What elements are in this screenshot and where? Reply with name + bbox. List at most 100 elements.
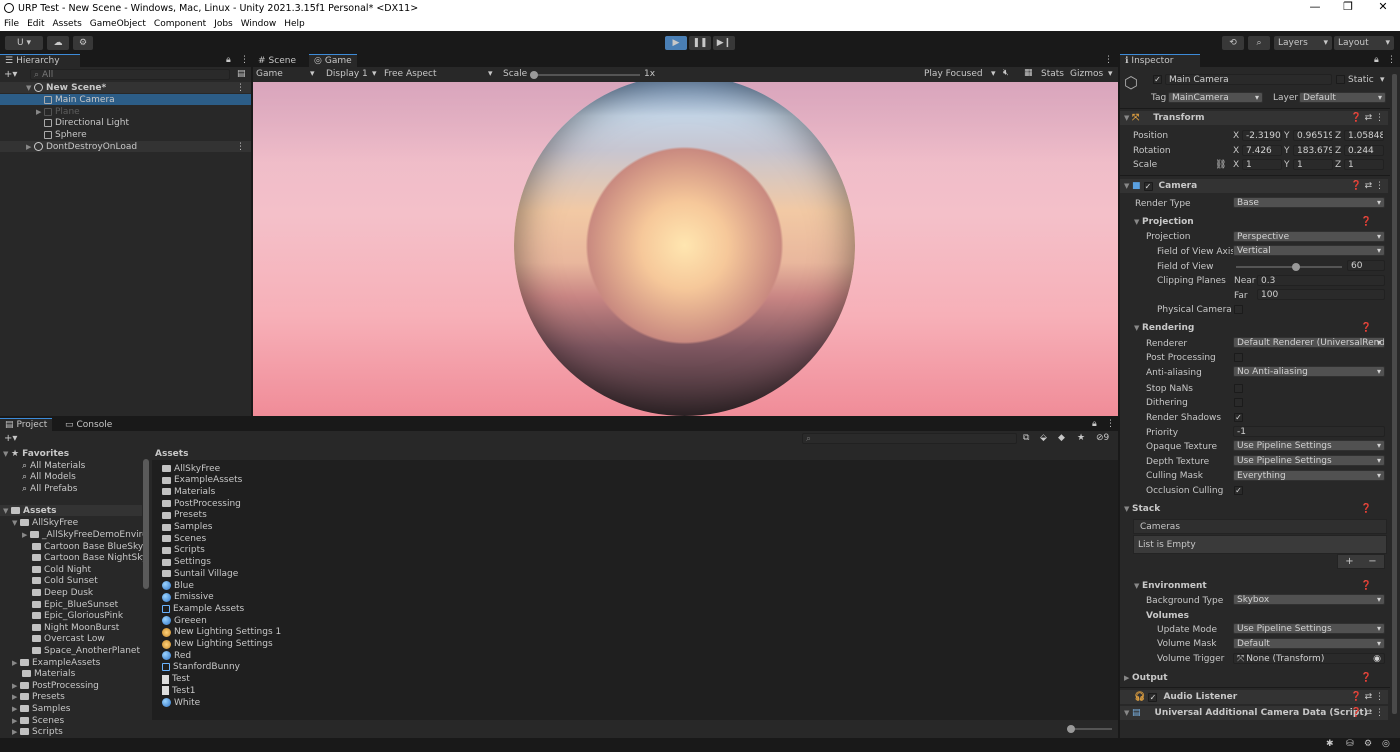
scl-y-field[interactable]: 1 bbox=[1293, 159, 1333, 170]
fov-slider[interactable] bbox=[1236, 263, 1342, 271]
play-focused-dropdown[interactable]: Play Focused bbox=[924, 69, 983, 79]
opaque-texture-dropdown[interactable]: Use Pipeline Settings bbox=[1233, 440, 1385, 451]
tree-item[interactable]: ▶ _AllSkyFreeDemoEnviro bbox=[22, 529, 148, 540]
assets-root[interactable]: ▼ Assets bbox=[0, 505, 142, 516]
layout-dropdown[interactable]: Layout ▾ bbox=[1334, 36, 1394, 50]
hidden-packages-icon[interactable]: ⊘9 bbox=[1096, 433, 1109, 443]
menu-window[interactable]: Window bbox=[237, 19, 281, 29]
tree-item[interactable]: Space_AnotherPlanet bbox=[32, 645, 140, 656]
object-name-field[interactable]: Main Camera bbox=[1165, 74, 1332, 85]
projection-header[interactable]: ▼ Projection ❓ bbox=[1120, 215, 1388, 229]
remove-camera-button[interactable]: − bbox=[1368, 556, 1376, 567]
post-processing-checkbox[interactable] bbox=[1234, 353, 1243, 362]
tree-item[interactable]: Cold Night bbox=[32, 564, 91, 575]
filter-icon[interactable]: ▤ bbox=[237, 69, 246, 79]
tree-item[interactable]: Deep Dusk bbox=[32, 587, 93, 598]
tag-dropdown[interactable]: MainCamera bbox=[1168, 92, 1263, 103]
search-icon[interactable]: ⌕ bbox=[1248, 36, 1270, 50]
asset-item[interactable]: Scripts bbox=[162, 545, 205, 556]
layers-dropdown[interactable]: Layers ▾ bbox=[1274, 36, 1332, 50]
play-button[interactable]: ▶ bbox=[665, 36, 687, 50]
progress-icon[interactable]: ⛁ bbox=[1346, 739, 1354, 749]
icon-size-slider[interactable] bbox=[1067, 725, 1112, 733]
tab-scene[interactable]: # Scene bbox=[253, 54, 301, 67]
search-type-icon[interactable]: ⧉ bbox=[1023, 433, 1029, 443]
hierarchy-item-plane[interactable]: ▶ Plane bbox=[0, 106, 251, 117]
display-dropdown[interactable]: Display 1 bbox=[326, 69, 368, 79]
camera-enabled-checkbox[interactable]: ✓ bbox=[1143, 181, 1153, 191]
asset-item[interactable]: AllSkyFree bbox=[162, 463, 220, 474]
asset-item[interactable]: Blue bbox=[162, 580, 194, 591]
step-button[interactable]: ▶❙ bbox=[713, 36, 735, 50]
stack-header[interactable]: ▼ Stack ❓ bbox=[1120, 502, 1388, 516]
tab-game[interactable]: ◎ Game bbox=[309, 54, 357, 67]
inspector-scrollbar[interactable] bbox=[1392, 74, 1397, 714]
asset-item[interactable]: New Lighting Settings bbox=[162, 639, 273, 650]
lock-icon[interactable]: 🔒︎ bbox=[1092, 419, 1097, 429]
rendering-header[interactable]: ▼ Rendering ❓ bbox=[1120, 321, 1388, 335]
hierarchy-search-input[interactable]: ⌕ All bbox=[30, 69, 230, 80]
scl-z-field[interactable]: 1 bbox=[1344, 159, 1384, 170]
asset-item[interactable]: Test bbox=[162, 674, 190, 685]
asset-item[interactable]: Scenes bbox=[162, 533, 206, 544]
pos-y-field[interactable]: 0.965192 bbox=[1293, 130, 1333, 141]
menu-file[interactable]: File bbox=[0, 19, 23, 29]
maximize-button[interactable]: ❐ bbox=[1333, 0, 1363, 13]
tree-item[interactable]: Overcast Low bbox=[32, 633, 105, 644]
asset-item[interactable]: PostProcessing bbox=[162, 498, 241, 509]
tree-item[interactable]: ▼ AllSkyFree bbox=[12, 517, 78, 528]
volume-mask-dropdown[interactable]: Default bbox=[1233, 638, 1385, 649]
lock-icon[interactable]: 🔒︎ bbox=[226, 55, 231, 65]
pause-button[interactable]: ❚❚ bbox=[689, 36, 711, 50]
notifications-icon[interactable]: ◎ bbox=[1382, 739, 1390, 749]
priority-field[interactable]: -1 bbox=[1233, 426, 1385, 437]
occlusion-culling-checkbox[interactable]: ✓ bbox=[1234, 486, 1243, 495]
history-icon[interactable]: ⟲ bbox=[1222, 36, 1244, 50]
favorite-star-icon[interactable]: ★ bbox=[1077, 433, 1085, 443]
tree-scrollbar[interactable] bbox=[143, 459, 149, 589]
background-type-dropdown[interactable]: Skybox bbox=[1233, 594, 1385, 605]
static-checkbox[interactable] bbox=[1336, 75, 1345, 84]
kebab-menu-icon[interactable]: ⋮ bbox=[240, 55, 249, 65]
depth-texture-dropdown[interactable]: Use Pipeline Settings bbox=[1233, 455, 1385, 466]
aspect-dropdown[interactable]: Free Aspect bbox=[384, 69, 437, 79]
scl-x-field[interactable]: 1 bbox=[1242, 159, 1282, 170]
cloud-icon[interactable]: ☁ bbox=[47, 36, 69, 50]
add-object-button[interactable]: +▾ bbox=[4, 69, 17, 80]
menu-assets[interactable]: Assets bbox=[49, 19, 86, 29]
filter-type-icon[interactable]: ⬙ bbox=[1040, 433, 1047, 443]
project-search-input[interactable]: ⌕ bbox=[802, 433, 1017, 444]
asset-item[interactable]: New Lighting Settings 1 bbox=[162, 627, 281, 638]
asset-item[interactable]: Emissive bbox=[162, 592, 214, 603]
tree-item[interactable]: ▶ Scenes bbox=[12, 715, 64, 726]
account-button[interactable]: U ▾ bbox=[5, 36, 43, 50]
constrain-proportions-icon[interactable]: ⛓ bbox=[1215, 160, 1226, 170]
near-field[interactable]: 0.3 bbox=[1257, 275, 1385, 286]
tree-item[interactable]: ▶ Samples bbox=[12, 703, 70, 714]
audio-listener-header[interactable]: 🎧︎ ✓ Audio Listener ❓ ⇄ ⋮ bbox=[1120, 690, 1388, 704]
menu-help[interactable]: Help bbox=[280, 19, 309, 29]
kebab-menu-icon[interactable]: ⋮ bbox=[1106, 419, 1115, 429]
menu-jobs[interactable]: Jobs bbox=[210, 19, 237, 29]
asset-item[interactable]: Materials bbox=[162, 486, 215, 497]
asset-item[interactable]: Red bbox=[162, 650, 191, 661]
anti-aliasing-dropdown[interactable]: No Anti-aliasing bbox=[1233, 366, 1385, 377]
scene-row[interactable]: ▼ New Scene* ⋮ bbox=[0, 82, 251, 93]
favorite-all-prefabs[interactable]: ⌕ All Prefabs bbox=[22, 483, 77, 494]
render-shadows-checkbox[interactable]: ✓ bbox=[1234, 413, 1243, 422]
close-button[interactable]: ✕ bbox=[1368, 0, 1398, 13]
asset-item[interactable]: Settings bbox=[162, 557, 211, 568]
object-picker-icon[interactable]: ◉ bbox=[1373, 654, 1381, 663]
asset-item[interactable]: Samples bbox=[162, 522, 212, 533]
asset-item[interactable]: Example Assets bbox=[162, 603, 244, 614]
tab-inspector[interactable]: ℹ Inspector bbox=[1120, 54, 1200, 67]
far-field[interactable]: 100 bbox=[1257, 289, 1385, 300]
asset-item[interactable]: Test1 bbox=[162, 685, 195, 696]
favorite-all-models[interactable]: ⌕ All Models bbox=[22, 471, 76, 482]
projection-dropdown[interactable]: Perspective bbox=[1233, 231, 1385, 242]
label-icon[interactable]: ◆ bbox=[1058, 433, 1065, 443]
tree-item[interactable]: ▶ Presets bbox=[12, 691, 65, 702]
collab-icon[interactable]: ⚙ bbox=[73, 36, 93, 50]
tree-item[interactable]: Materials bbox=[22, 668, 75, 679]
tree-item[interactable]: ▶ ExampleAssets bbox=[12, 657, 100, 668]
